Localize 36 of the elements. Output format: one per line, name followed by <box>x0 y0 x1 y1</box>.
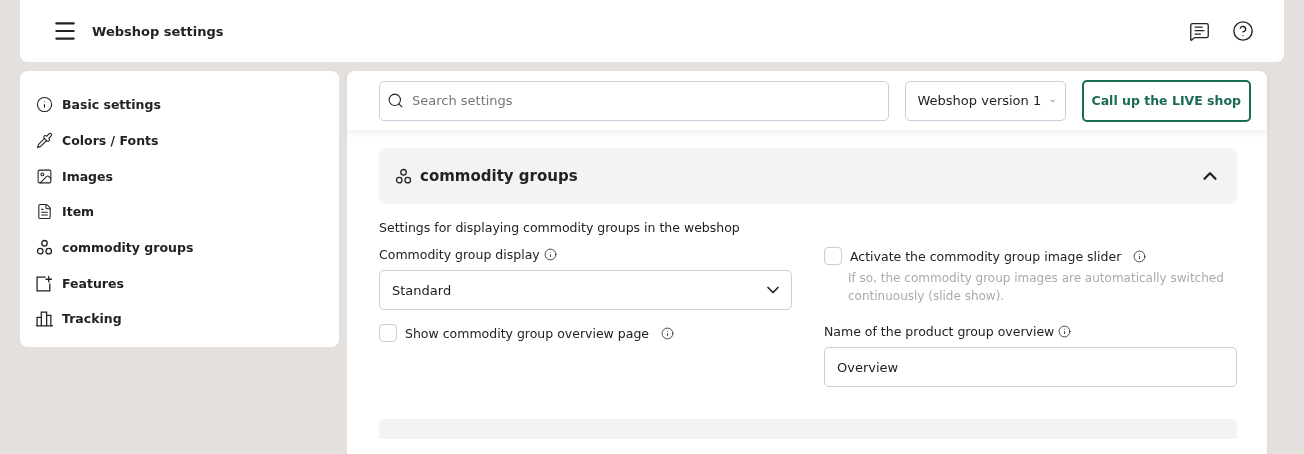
checkbox[interactable] <box>379 324 397 342</box>
section-description: Settings for displaying commodity groups in the webshop <box>379 220 741 235</box>
info-icon <box>661 326 675 340</box>
checkbox-label: Activate the commodity group image slider <box>850 248 1122 264</box>
page-title: Webshop settings <box>92 23 225 39</box>
help-button[interactable] <box>1232 20 1254 42</box>
circles-icon <box>395 167 412 185</box>
add-frame-icon <box>36 274 53 292</box>
sidebar-item[interactable]: Colors / Fonts <box>36 122 323 159</box>
search-field[interactable]: Search settings <box>379 80 889 121</box>
display-select[interactable]: Standard <box>379 270 792 310</box>
name-input[interactable]: Overview <box>824 347 1237 387</box>
pipette-icon <box>36 132 53 150</box>
sidebar-item[interactable]: Tracking <box>36 301 323 337</box>
sidebar-item[interactable]: Features <box>36 265 323 302</box>
hint-text: If so, the commodity group images are automatically switched continuously (slide show). <box>848 270 1225 305</box>
circles-icon <box>36 239 53 257</box>
feedback-button[interactable] <box>1189 20 1210 42</box>
field-label: Commodity group display <box>379 247 540 262</box>
sidebar-item[interactable]: Basic settings <box>36 87 323 123</box>
image-icon <box>36 167 53 185</box>
version-select[interactable]: Webshop version 1 <box>904 80 1066 121</box>
section-header[interactable]: commodity groups <box>379 148 1237 204</box>
sidebar-item[interactable]: Images <box>36 158 323 195</box>
checkbox-label: Show commodity group overview page <box>405 325 650 341</box>
sidebar-item[interactable]: commodity groups <box>36 229 323 266</box>
checkbox[interactable] <box>824 247 842 265</box>
live-shop-button[interactable]: Call up the LIVE shop <box>1081 79 1251 122</box>
field-label: Name of the product group overview <box>824 324 1055 339</box>
sidebar-item[interactable]: Item <box>36 194 323 230</box>
bar-chart-icon <box>36 310 53 328</box>
info-icon <box>1133 249 1147 263</box>
info-icon <box>36 96 53 114</box>
info-icon <box>1058 325 1072 338</box>
info-icon <box>543 248 557 261</box>
document-icon <box>36 203 53 221</box>
